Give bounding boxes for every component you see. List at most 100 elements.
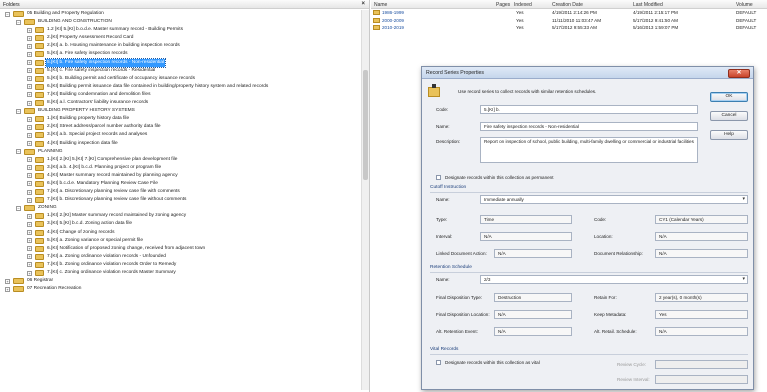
vital-checkbox[interactable] — [436, 360, 441, 365]
expand-icon[interactable]: + — [27, 141, 32, 146]
tree-item[interactable]: +2.[KI] Street address/parcel number aut… — [0, 123, 360, 131]
tree-item[interactable]: +4.[KI] Change of zoning records — [0, 229, 360, 237]
expand-icon[interactable]: + — [27, 27, 32, 33]
name-field[interactable]: Fire safety inspection records - Non-res… — [480, 122, 698, 131]
tree-item-label[interactable]: 07 Recreation Recreation — [26, 285, 82, 293]
column-volume[interactable]: Volume — [736, 2, 753, 8]
tree-item[interactable]: +6.[KI] b.c.d.e. Mandatory Planning Revi… — [0, 180, 360, 188]
expand-icon[interactable]: + — [27, 100, 32, 106]
tree-item-label[interactable]: 7.[KI] a. Discretionary planning review … — [46, 188, 181, 196]
tree-item-label[interactable]: 5.[KI] a. Fire safety inspection records — [46, 50, 129, 58]
column-last-modified[interactable]: Last Modified — [633, 2, 663, 8]
tree-item[interactable]: +5.[KI] b. Fire safety inspection record… — [0, 57, 360, 68]
tree-item-label[interactable]: 5.[KI] b. Fire safety inspection records… — [44, 57, 167, 68]
tree-item[interactable]: +3.[KI] a.b. Special project records and… — [0, 131, 360, 139]
expand-icon[interactable]: + — [27, 221, 32, 227]
tree-item-label[interactable]: 2.[KI] a. b. Housing maintenance in buil… — [46, 42, 181, 50]
tree-item-label[interactable]: 1.[KI] Building property history data fi… — [46, 115, 130, 123]
tree-item-label[interactable]: 6.[KI] Building permit issuance data fil… — [46, 83, 269, 91]
tree-item[interactable]: +4.[KI] Master summary record maintained… — [0, 172, 360, 180]
tree-item-label[interactable]: 5.[KI] c. Fire safety inspection records… — [46, 67, 156, 75]
tree-item[interactable]: +6.[KI] Notification of proposed zoning … — [0, 245, 360, 253]
tree-item[interactable]: +07 Recreation Recreation — [0, 285, 360, 293]
tree-item[interactable]: +7.[KI] a. Discretionary planning review… — [0, 188, 360, 196]
collapse-icon[interactable]: − — [16, 205, 21, 211]
column-creation-date[interactable]: Creation Date — [552, 2, 583, 8]
collapse-icon[interactable]: − — [16, 19, 21, 25]
tree-item[interactable]: − BUILDING PROPERTY HISTORY SYSTEMS — [0, 107, 360, 115]
record-name[interactable]: 2010-2019 — [382, 24, 404, 32]
expand-icon[interactable]: + — [27, 197, 32, 203]
tree-item-label[interactable]: BUILDING PROPERTY HISTORY SYSTEMS — [37, 107, 136, 115]
cutoff-name-select[interactable]: Immediate annually — [480, 195, 748, 204]
table-row[interactable]: 2010-2019 Yes 5/17/2012 9:55:33 AM 5/16/201… — [371, 24, 767, 32]
tree-item[interactable]: − ZONING — [0, 204, 360, 212]
tree-item[interactable]: +1.[KI] Building property history data f… — [0, 115, 360, 123]
tree-item[interactable]: +7.[KI] b. Discretionary planning review… — [0, 196, 360, 204]
tree-item-label[interactable]: 1.[KI] 2.[KI] Master summary record main… — [46, 212, 187, 220]
tree-item[interactable]: +5.[KI] b. Building permit and certifica… — [0, 75, 360, 83]
expand-icon[interactable]: + — [27, 43, 32, 49]
tree-item[interactable]: +1.[KI] 2.[KI] 5.[KI] 7.[KI] Comprehensi… — [0, 156, 360, 164]
record-name[interactable]: 1986-1999 — [382, 9, 404, 17]
code-field[interactable]: 5.[KI] b. — [480, 105, 698, 114]
tree-item[interactable]: +1.2 [KI] 5.[KI] b.o.d.e. Master summary… — [0, 26, 360, 34]
expand-icon[interactable]: + — [27, 60, 32, 66]
expand-icon[interactable]: + — [27, 173, 32, 179]
tree-item[interactable]: +6.[KI] Building permit issuance data fi… — [0, 83, 360, 91]
tree-item[interactable]: +2.[KI] a. b. Housing maintenance in bui… — [0, 42, 360, 50]
expand-icon[interactable]: + — [27, 116, 32, 122]
tree-item-label[interactable]: 1.[KI] 2.[KI] 5.[KI] 7.[KI] Comprehensiv… — [46, 156, 178, 164]
expand-icon[interactable]: + — [27, 189, 32, 195]
collapse-icon[interactable]: − — [5, 11, 10, 17]
record-name[interactable]: 2000-2009 — [382, 17, 404, 25]
dialog-close-button[interactable]: ✕ — [728, 68, 750, 78]
tree-item-label[interactable]: 5.[KI] b. Building permit and certificat… — [46, 75, 196, 83]
description-field[interactable]: Report on inspection of school, public b… — [480, 137, 698, 163]
expand-icon[interactable]: + — [27, 246, 32, 252]
tree-item[interactable]: − 05 Building and Property Regulation — [0, 10, 360, 18]
tree-item-label[interactable]: 05 Building and Property Regulation — [26, 10, 105, 18]
tree-item-label[interactable]: 1.2 [KI] 5.[KI] b.o.d.e. Master summary … — [46, 26, 184, 34]
expand-icon[interactable]: + — [27, 84, 32, 90]
expand-icon[interactable]: + — [27, 92, 32, 98]
tree-item-label[interactable]: 4.[KI] Building inspection data file — [46, 140, 119, 148]
tree-item-label[interactable]: 3.[KI] 5.[KI] b.c.d. Zoning action data … — [46, 220, 133, 228]
expand-icon[interactable]: + — [27, 132, 32, 138]
column-pages[interactable]: Pages — [496, 2, 510, 8]
close-icon[interactable]: × — [361, 1, 365, 7]
tree-item[interactable]: +7.[KI] b. Zoning ordinance violation re… — [0, 261, 360, 269]
table-row[interactable]: 1986-1999 Yes 4/19/2011 2:14:26 PM 4/19/201… — [371, 9, 767, 17]
tree-item[interactable]: +06 Registrar — [0, 277, 360, 285]
tree-item-label[interactable]: 5.[KI] a. Zoning variance or special per… — [46, 237, 144, 245]
tree-item[interactable]: +5.[KI] c. Fire safety inspection record… — [0, 67, 360, 75]
column-name[interactable]: Name — [374, 2, 387, 8]
tree-item[interactable]: +7.[KI] c. Zoning ordinance violation re… — [0, 269, 360, 277]
tree-item-label[interactable]: 6.[KI] b.c.d.e. Mandatory Planning Revie… — [46, 180, 159, 188]
expand-icon[interactable]: + — [27, 181, 32, 187]
expand-icon[interactable]: + — [27, 213, 32, 219]
tree-item[interactable]: − BUILDING AND CONSTRUCTION — [0, 18, 360, 26]
tree-item[interactable]: − PLANNING — [0, 148, 360, 156]
tree-item-label[interactable]: 7.[KI] c. Zoning ordinance violation rec… — [46, 269, 177, 277]
tree-item[interactable]: +1.[KI] 2.[KI] Master summary record mai… — [0, 212, 360, 220]
expand-icon[interactable]: + — [27, 238, 32, 244]
cancel-button[interactable]: Cancel — [710, 111, 748, 121]
tree-item-label[interactable]: PLANNING — [37, 148, 64, 156]
permanent-checkbox[interactable] — [436, 175, 441, 180]
tree-scrollbar[interactable] — [361, 10, 369, 390]
expand-icon[interactable]: + — [27, 254, 32, 260]
expand-icon[interactable]: + — [5, 278, 10, 284]
tree-item[interactable]: +8.[KI] a.l. Contractors' liability insu… — [0, 99, 360, 107]
expand-icon[interactable]: + — [27, 35, 32, 41]
tree-item-label[interactable]: ZONING — [37, 204, 58, 212]
retention-name-select[interactable]: 2/3 — [480, 275, 748, 284]
tree-item-label[interactable]: 7.[KI] Building condemnation and demolit… — [46, 91, 151, 99]
expand-icon[interactable]: + — [27, 270, 32, 276]
tree-item[interactable]: +4.[KI] Building inspection data file — [0, 140, 360, 148]
expand-icon[interactable]: + — [27, 68, 32, 74]
tree-item-label[interactable]: 3.[KI] a.b. 4.[KI] b.c.d. Planning proje… — [46, 164, 162, 172]
tree-item-label[interactable]: 06 Registrar — [26, 277, 54, 285]
expand-icon[interactable]: + — [5, 286, 10, 292]
tree-item-label[interactable]: 4.[KI] Master summary record maintained … — [46, 172, 179, 180]
